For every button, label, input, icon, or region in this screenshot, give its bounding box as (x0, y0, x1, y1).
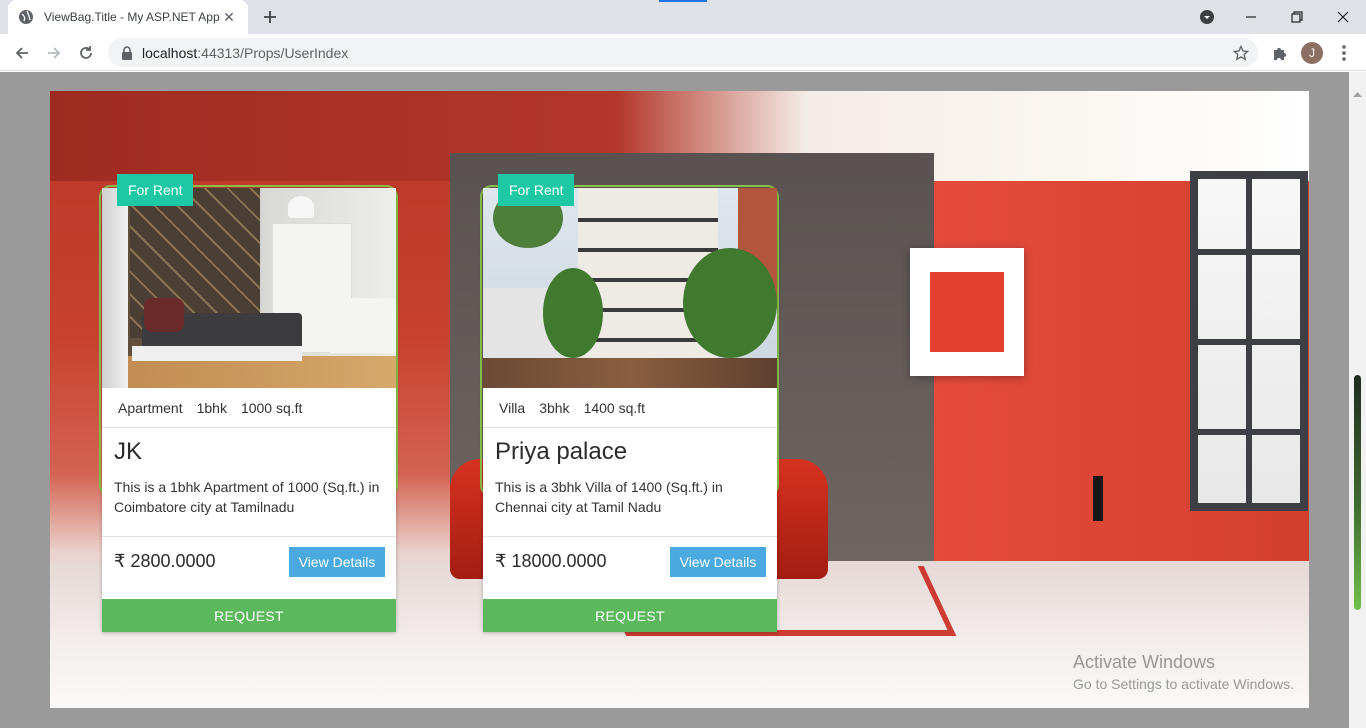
close-window-button[interactable] (1329, 4, 1357, 30)
page-viewport: For Rent Apartment 1bhk 1000 sq.ft JK Th… (0, 72, 1366, 728)
property-area: 1400 sq.ft (583, 399, 646, 416)
profile-avatar[interactable]: J (1301, 42, 1323, 64)
new-tab-button[interactable] (258, 6, 282, 28)
status-badge: For Rent (117, 174, 194, 206)
property-area: 1000 sq.ft (240, 399, 303, 416)
listing-photo (483, 188, 777, 388)
browser-toolbar: localhost:44313/Props/UserIndex J (0, 34, 1366, 71)
property-bhk: 3bhk (539, 399, 570, 416)
lock-icon (120, 45, 134, 60)
property-type: Villa (499, 399, 526, 416)
listing-price: ₹ 2800.0000 (114, 551, 216, 571)
property-type: Apartment (118, 399, 183, 416)
property-bhk: 1bhk (196, 399, 227, 416)
chevron-down-circle-icon (1200, 10, 1214, 24)
tab-title: ViewBag.Title - My ASP.NET Appl (44, 10, 220, 24)
card-divider (483, 536, 777, 537)
watermark-subtitle: Go to Settings to activate Windows. (1073, 676, 1294, 692)
reload-icon (80, 46, 92, 59)
arrow-right-icon (48, 47, 61, 59)
view-details-button[interactable]: View Details (670, 547, 766, 577)
window-illustration (1190, 171, 1308, 511)
minimize-icon (1246, 16, 1256, 18)
request-button[interactable]: REQUEST (102, 599, 396, 632)
watermark-title: Activate Windows (1073, 652, 1216, 672)
activation-watermark: Activate Windows Go to Settings to activ… (1073, 652, 1294, 692)
minimize-button[interactable] (1237, 4, 1265, 30)
scrollbar-thumb[interactable] (1354, 375, 1361, 610)
close-icon (1337, 11, 1349, 23)
arrow-left-icon (15, 47, 28, 59)
globe-icon (18, 9, 34, 25)
browser-menu-button[interactable] (1334, 41, 1354, 65)
browser-tab[interactable]: ViewBag.Title - My ASP.NET Appl ✕ (8, 0, 248, 34)
close-icon[interactable]: ✕ (220, 8, 238, 26)
bookmark-star-icon[interactable] (1232, 44, 1250, 62)
request-button[interactable]: REQUEST (483, 599, 777, 632)
extensions-button[interactable] (1268, 41, 1292, 65)
tab-search-button[interactable] (1193, 4, 1221, 30)
puzzle-icon (1274, 48, 1286, 60)
forward-button[interactable] (40, 39, 68, 67)
scroll-up-icon[interactable] (1353, 92, 1362, 97)
plus-icon (264, 11, 276, 23)
url-path: :44313/Props/UserIndex (197, 44, 349, 61)
listing-title: Priya palace (495, 438, 628, 465)
listing-title: JK (114, 438, 143, 465)
url-host: localhost (142, 44, 198, 61)
listing-card: For Rent Villa 3bhk 1400 sq.ft Priya pal… (483, 174, 777, 632)
listing-meta: Apartment 1bhk 1000 sq.ft (102, 388, 396, 428)
wall-art-illustration (910, 248, 1024, 376)
listing-card: For Rent Apartment 1bhk 1000 sq.ft JK Th… (102, 174, 396, 632)
tab-strip-accent (659, 0, 707, 2)
kebab-menu-icon (1342, 45, 1346, 61)
listing-description: This is a 1bhk Apartment of 1000 (Sq.ft.… (114, 479, 380, 515)
tab-strip: ViewBag.Title - My ASP.NET Appl ✕ (0, 0, 1366, 34)
restore-button[interactable] (1283, 4, 1311, 30)
listing-price: ₹ 18000.0000 (495, 551, 607, 571)
restore-icon (1291, 11, 1303, 23)
page-scrollbar[interactable] (1349, 72, 1366, 728)
url-text: localhost:44313/Props/UserIndex (142, 45, 348, 61)
listing-photo (102, 188, 396, 388)
listing-meta: Villa 3bhk 1400 sq.ft (483, 388, 777, 428)
address-bar[interactable]: localhost:44313/Props/UserIndex (108, 38, 1258, 67)
reload-button[interactable] (72, 39, 100, 67)
view-details-button[interactable]: View Details (289, 547, 385, 577)
card-divider (102, 536, 396, 537)
status-badge: For Rent (498, 174, 575, 206)
back-button[interactable] (8, 39, 36, 67)
listing-description: This is a 3bhk Villa of 1400 (Sq.ft.) in… (495, 479, 723, 515)
